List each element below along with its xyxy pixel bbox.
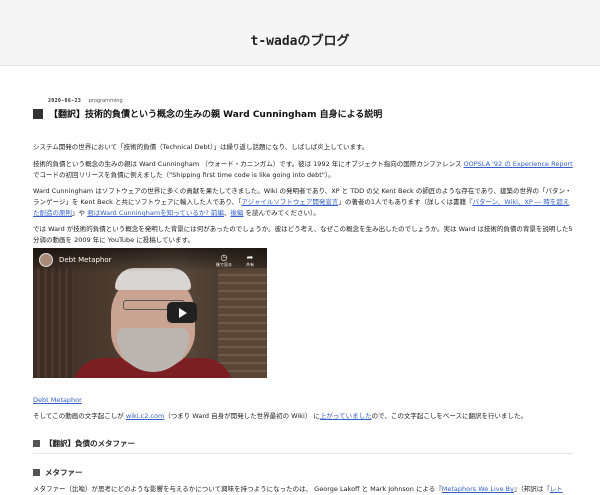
play-button[interactable] <box>167 302 197 323</box>
transcript-source-link[interactable]: 上がっていました <box>320 412 372 420</box>
paragraph-metaphor-text-1: メタファー（比喩）が思考にどのような影響を与えるかについて興味を持つようになった… <box>33 485 442 493</box>
paragraph-transcript-text-3: ので、この文字起こしをベースに翻訳を行いました。 <box>371 412 528 420</box>
section-heading-translation-text: 【翻訳】負債のメタファー <box>45 439 135 448</box>
paragraph-origin: 技術的負債という概念の生みの親は Ward Cunningham （ウォード・カ… <box>33 159 573 181</box>
oopsla-link[interactable]: OOPSLA '92 の Experience Report <box>464 160 573 168</box>
post-date: 2020-06-23 <box>48 98 82 104</box>
paragraph-contributions-text-2: 」の著者の1人でもあります（詳しくは書籍『 <box>338 198 473 206</box>
paragraph-contributions-text-3: 』や <box>72 209 88 217</box>
heading-square-icon <box>33 440 40 447</box>
watch-later-button[interactable]: ◷ 後で見る <box>212 253 236 268</box>
ward-article-part2-link[interactable]: 後編 <box>230 209 243 217</box>
paragraph-origin-text-1: 技術的負債という概念の生みの親は Ward Cunningham （ウォード・カ… <box>33 160 464 168</box>
wiki-c2-link[interactable]: wiki.c2.com <box>126 412 164 420</box>
post-meta: 2020-06-23 programming <box>48 98 123 104</box>
post-title-text: 【翻訳】技術的負債という概念の生みの親 Ward Cunningham 自身によ… <box>49 110 383 120</box>
paragraph-transcript-text-1: そしてこの動画の文字起こしが <box>33 412 126 420</box>
video-title[interactable]: Debt Metaphor <box>59 256 112 264</box>
share-label: 共有 <box>246 262 254 267</box>
clock-icon: ◷ <box>220 253 228 262</box>
agile-manifesto-link[interactable]: アジャイルソフトウェア開発宣言 <box>241 198 338 206</box>
watch-later-label: 後で見る <box>216 262 232 267</box>
paragraph-metaphor: メタファー（比喩）が思考にどのような影響を与えるかについて興味を持つようになった… <box>33 484 573 495</box>
share-icon: ➦ <box>246 253 254 262</box>
site-title[interactable]: t-wadaのブログ <box>0 30 600 49</box>
paragraph-contributions-text-5: を読んでみてください）。 <box>243 209 320 217</box>
share-button[interactable]: ➦ 共有 <box>238 253 262 268</box>
paragraph-intro: システム開発の世界において「技術的負債（Technical Debt）」は繰り返… <box>33 143 369 151</box>
metaphors-we-live-by-link[interactable]: Metaphors We Live By <box>442 485 514 493</box>
heading-square-icon <box>33 469 40 476</box>
video-bookshelf-left <box>33 268 73 378</box>
heading-square-icon <box>33 108 43 119</box>
youtube-video-embed[interactable]: Debt Metaphor ◷ 後で見る ➦ 共有 <box>33 248 267 378</box>
paragraph-transcript: そしてこの動画の文字起こしが wiki.c2.com（つまり Ward 自身が開… <box>33 411 573 422</box>
play-icon <box>179 307 187 318</box>
section-heading-metaphor-text: メタファー <box>45 468 83 477</box>
post-category-link[interactable]: programming <box>89 98 123 104</box>
video-bookshelf-right <box>218 268 267 378</box>
paragraph-contributions: Ward Cunningham はソフトウェアの世界に多くの貢献を果たしてきまし… <box>33 186 573 219</box>
paragraph-transcript-text-2: （つまり Ward 自身が開発した世界最初の Wiki） に <box>164 412 320 420</box>
paragraph-background: では Ward が技術的負債という概念を発明した背景には何があったのでしょうか。… <box>33 225 573 244</box>
paragraph-metaphor-text-2: 』（邦訳は『 <box>514 485 550 493</box>
post-title[interactable]: 【翻訳】技術的負債という概念の生みの親 Ward Cunningham 自身によ… <box>33 107 573 120</box>
section-heading-translation[interactable]: 【翻訳】負債のメタファー <box>33 438 573 454</box>
paragraph-origin-text-2: でコードの初回リリースを負債に例えました（"Shipping first tim… <box>33 171 335 179</box>
debt-metaphor-link[interactable]: Debt Metaphor <box>33 395 82 406</box>
rhetoric-book-link[interactable]: レト <box>550 485 563 493</box>
section-heading-metaphor[interactable]: メタファー <box>33 467 573 482</box>
site-header: t-wadaのブログ <box>0 0 600 66</box>
channel-avatar[interactable] <box>39 253 53 267</box>
ward-article-part1-link[interactable]: 君はWard Cunninghamを知っているか? 前編 <box>87 209 224 217</box>
